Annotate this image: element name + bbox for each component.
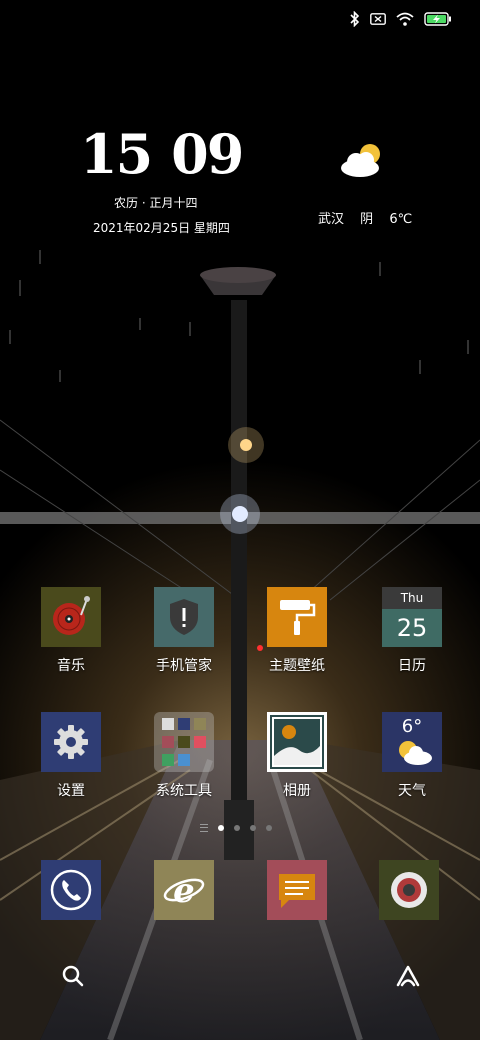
- vinyl-record-icon: [41, 587, 101, 647]
- folder-system-tools[interactable]: 系统工具: [134, 712, 234, 800]
- page-dot-active: [218, 825, 224, 831]
- paint-roller-icon: [267, 587, 327, 647]
- message-icon: [267, 860, 327, 920]
- page-dot: [250, 825, 256, 831]
- page-indicator[interactable]: [200, 824, 272, 832]
- dock-browser[interactable]: e: [134, 860, 234, 920]
- weather-condition: 阴: [360, 212, 374, 227]
- lunar-date: 农历 · 正月十四: [114, 196, 198, 210]
- wifi-icon: [396, 12, 414, 26]
- page-dot: [266, 825, 272, 831]
- hour: 15: [80, 122, 153, 186]
- status-bar: [350, 8, 452, 30]
- assistant-icon[interactable]: [394, 964, 422, 992]
- app-gallery[interactable]: 相册: [247, 712, 347, 800]
- app-label: 相册: [283, 783, 311, 799]
- shield-icon: [154, 587, 214, 647]
- app-label: 日历: [398, 658, 426, 674]
- dock-camera[interactable]: [359, 860, 459, 920]
- app-themes[interactable]: 主题壁纸: [247, 587, 347, 675]
- clock-widget[interactable]: 15 09: [80, 122, 244, 186]
- app-calendar[interactable]: Thu 25 日历: [362, 587, 462, 675]
- time-display: 15 09: [80, 122, 244, 186]
- browser-icon: e: [154, 860, 214, 920]
- photo-icon: [267, 712, 327, 772]
- bluetooth-icon: [350, 11, 360, 27]
- page-dot: [234, 825, 240, 831]
- weather-city: 武汉: [318, 212, 345, 227]
- app-music[interactable]: 音乐: [21, 587, 121, 675]
- minute: 09: [171, 122, 244, 186]
- app-label: 音乐: [57, 658, 85, 674]
- camera-icon: [379, 860, 439, 920]
- weather-temp: 6℃: [389, 212, 413, 227]
- dock-messages[interactable]: [247, 860, 347, 920]
- app-settings[interactable]: 设置: [21, 712, 121, 800]
- app-label: 手机管家: [156, 658, 212, 674]
- app-label: 天气: [398, 783, 426, 799]
- menu-lines-icon: [200, 824, 208, 832]
- app-phone-manager[interactable]: 手机管家: [134, 587, 234, 675]
- search-icon[interactable]: [61, 964, 85, 992]
- app-label: 主题壁纸: [269, 658, 325, 674]
- cloudy-sun-icon[interactable]: [338, 140, 386, 184]
- folder-icon: [154, 712, 214, 772]
- calendar-icon: Thu 25: [382, 587, 442, 647]
- app-label: 设置: [57, 783, 85, 799]
- dock-phone[interactable]: [21, 860, 121, 920]
- weather-summary[interactable]: 武汉 阴 6℃: [318, 208, 424, 227]
- weather-icon: 6°: [382, 712, 442, 772]
- calendar-date: 25: [396, 614, 428, 642]
- app-weather[interactable]: 6° 天气: [362, 712, 462, 800]
- svg-text:e: e: [173, 871, 195, 911]
- calendar-day: Thu: [382, 587, 442, 609]
- gear-icon: [41, 712, 101, 772]
- no-sim-icon: [370, 13, 386, 25]
- app-label: 系统工具: [156, 783, 212, 799]
- battery-charging-icon: [424, 12, 452, 26]
- phone-icon: [41, 860, 101, 920]
- date-text: 2021年02月25日 星期四: [93, 221, 230, 235]
